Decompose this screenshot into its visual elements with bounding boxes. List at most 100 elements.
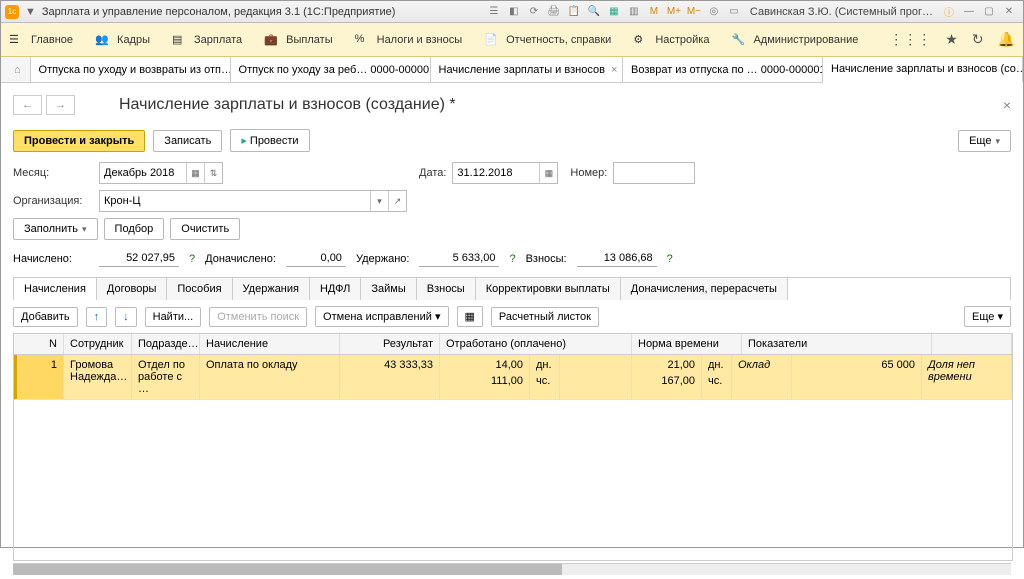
tab-loans[interactable]: Займы (361, 278, 416, 300)
org-label: Организация: (13, 195, 93, 207)
move-down-button[interactable]: ↓ (115, 307, 137, 327)
maximize-icon[interactable]: ▢ (981, 4, 997, 20)
col-extra[interactable] (932, 334, 1012, 354)
pick-button[interactable]: Подбор (104, 218, 165, 240)
menu-taxes[interactable]: %Налоги и взносы (355, 33, 463, 47)
toolbar-icon[interactable]: 📋 (566, 4, 582, 20)
calendar-icon[interactable]: ▦ (606, 4, 622, 20)
horizontal-scrollbar[interactable] (13, 563, 1011, 575)
menu-admin[interactable]: 🔧Администрирование (731, 33, 858, 47)
tab-corrections[interactable]: Корректировки выплаты (476, 278, 621, 300)
tab-close-icon[interactable]: × (611, 64, 617, 76)
tab-deductions[interactable]: Удержания (233, 278, 310, 300)
people-icon: 👥 (95, 33, 111, 47)
col-result[interactable]: Результат (340, 334, 440, 354)
menu-salary[interactable]: ▤Зарплата (172, 33, 242, 47)
toolbar-icon[interactable]: ▭ (726, 4, 742, 20)
fill-button[interactable]: Заполнить▾ (13, 218, 98, 240)
col-norm[interactable]: Норма времени (632, 334, 742, 354)
col-employee[interactable]: Сотрудник (64, 334, 132, 354)
month-field[interactable]: ▦⇅ (99, 162, 223, 184)
add-row-button[interactable]: Добавить (13, 307, 78, 327)
tab-benefits[interactable]: Пособия (167, 278, 232, 300)
find-button[interactable]: Найти... (145, 307, 202, 327)
tab-extra-accruals[interactable]: Доначисления, перерасчеты (621, 278, 788, 300)
percent-icon: % (355, 33, 371, 47)
cell-norm-units: дн.чс. (702, 355, 732, 399)
tab-return-leave[interactable]: Возврат из отпуска по … 0000-000001× (623, 57, 823, 82)
titlebar: 1c ▼ Зарплата и управление персоналом, р… (1, 1, 1023, 23)
help-icon[interactable]: ? (189, 253, 195, 265)
calendar-icon[interactable]: ▦ (539, 163, 557, 183)
tab-contracts[interactable]: Договоры (97, 278, 167, 300)
tab-payroll[interactable]: Начисление зарплаты и взносов× (431, 57, 623, 82)
scroll-thumb[interactable] (13, 564, 562, 575)
grid-more-button[interactable]: Еще ▾ (964, 306, 1011, 327)
number-field[interactable] (613, 162, 695, 184)
calendar-icon[interactable]: ▦ (186, 163, 204, 183)
history-icon[interactable]: ↻ (972, 31, 984, 48)
col-worked[interactable]: Отработано (оплачено) (440, 334, 632, 354)
m-plus-icon[interactable]: M+ (666, 4, 682, 20)
cell-last: Доля неп времени (922, 355, 1012, 399)
cell-indicator: Оклад (732, 355, 792, 399)
post-and-close-button[interactable]: Провести и закрыть (13, 130, 145, 152)
col-n[interactable]: N (14, 334, 64, 354)
more-button[interactable]: Еще▾ (958, 130, 1011, 152)
col-department[interactable]: Подразде… (132, 334, 200, 354)
move-up-button[interactable]: ↑ (86, 307, 108, 327)
m-icon[interactable]: M (646, 4, 662, 20)
extra-label: Доначислено: (205, 253, 276, 265)
menu-main[interactable]: ☰Главное (9, 33, 73, 47)
menu-reports[interactable]: 📄Отчетность, справки (484, 33, 611, 47)
post-button[interactable]: ▸ Провести (230, 129, 309, 152)
calc-icon[interactable]: ▥ (626, 4, 642, 20)
list-icon: ☰ (9, 33, 25, 47)
col-indicators[interactable]: Показатели (742, 334, 932, 354)
contrib-label: Взносы: (526, 253, 567, 265)
toolbar-icon[interactable]: ◎ (706, 4, 722, 20)
dropdown-icon[interactable]: ▾ (370, 191, 388, 211)
menu-settings[interactable]: ⚙Настройка (633, 33, 709, 47)
write-button[interactable]: Записать (153, 130, 222, 152)
app-menu-dropdown[interactable]: ▼ (25, 6, 36, 18)
nav-forward-button[interactable]: → (46, 95, 75, 115)
toolbar-icon[interactable]: 🔍 (586, 4, 602, 20)
tab-leave-care[interactable]: Отпуск по уходу за реб… 0000-000001× (231, 57, 431, 82)
minimize-icon[interactable]: — (961, 4, 977, 20)
info-icon[interactable]: ⓘ (941, 4, 957, 20)
org-field[interactable]: ▾↗ (99, 190, 407, 212)
tab-leave-returns[interactable]: Отпуска по уходу и возвраты из отп…× (31, 57, 231, 82)
toolbar-icon[interactable]: 🖨 (546, 4, 562, 20)
cell-spacer (560, 355, 632, 399)
toolbar-icon[interactable]: ◧ (506, 4, 522, 20)
open-icon[interactable]: ↗ (388, 191, 406, 211)
tabs-home-icon[interactable]: ⌂ (5, 57, 31, 82)
spinner-icon[interactable]: ⇅ (204, 163, 222, 183)
tab-accruals[interactable]: Начисления (14, 278, 97, 300)
undo-corrections-button[interactable]: Отмена исправлений ▾ (315, 306, 448, 327)
close-icon[interactable]: ✕ (1001, 4, 1017, 20)
table-icon-button[interactable]: ▦ (457, 306, 483, 327)
cell-worked-units: дн.чс. (530, 355, 560, 399)
bell-icon[interactable]: 🔔 (998, 31, 1015, 48)
payslip-button[interactable]: Расчетный листок (491, 307, 599, 327)
star-icon[interactable]: ★ (945, 31, 958, 48)
menu-payments[interactable]: 💼Выплаты (264, 33, 332, 47)
toolbar-icon[interactable]: ⟳ (526, 4, 542, 20)
toolbar-icon[interactable]: ☰ (486, 4, 502, 20)
tab-ndfl[interactable]: НДФЛ (310, 278, 361, 300)
help-icon[interactable]: ? (509, 253, 515, 265)
menu-personnel[interactable]: 👥Кадры (95, 33, 150, 47)
col-accrual[interactable]: Начисление (200, 334, 340, 354)
apps-icon[interactable]: ⋮⋮⋮ (889, 31, 931, 48)
m-minus-icon[interactable]: M− (686, 4, 702, 20)
tab-contributions[interactable]: Взносы (417, 278, 476, 300)
tab-payroll-create[interactable]: Начисление зарплаты и взносов (со…× (823, 57, 1023, 83)
clear-button[interactable]: Очистить (170, 218, 240, 240)
nav-back-button[interactable]: ← (13, 95, 42, 115)
help-icon[interactable]: ? (667, 253, 673, 265)
table-row[interactable]: 1 Громова Надежда… Отдел по работе с … О… (14, 355, 1012, 400)
page-close-icon[interactable]: × (1003, 97, 1011, 113)
date-field[interactable]: ▦ (452, 162, 558, 184)
